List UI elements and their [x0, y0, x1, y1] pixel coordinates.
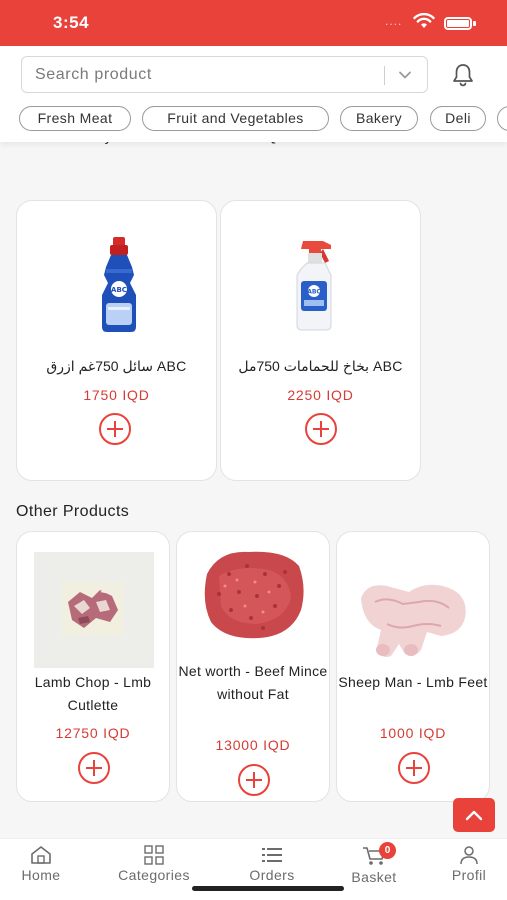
nav-profile[interactable]: Profil	[424, 845, 507, 883]
user-icon	[460, 846, 478, 865]
search-divider	[384, 66, 385, 85]
product-card[interactable]: ABC بخاخ للحمامات 750مل ABC 2250 IQD	[220, 200, 421, 481]
product-name: بخاخ للحمامات 750مل ABC	[238, 358, 403, 374]
list-icon	[262, 848, 282, 862]
dish-soap-bottle-image: ABC	[102, 237, 136, 332]
chip-fruit-and-vegetables[interactable]: Fruit and Vegetables	[142, 106, 329, 131]
add-to-basket-icon[interactable]	[305, 413, 337, 445]
product-card[interactable]: Sheep Man - Lmb Feet 1000 IQD	[336, 531, 490, 802]
grid-icon	[144, 845, 164, 865]
nav-profile-label: Profil	[451, 867, 487, 883]
product-name: Net worth - Beef Mince without Fat	[178, 663, 328, 702]
chip-deli[interactable]: Deli	[430, 106, 486, 131]
add-to-basket-icon[interactable]	[99, 413, 131, 445]
add-to-basket-icon[interactable]	[238, 764, 270, 796]
nav-orders-label: Orders	[249, 867, 295, 883]
minced-beef-image	[204, 551, 304, 639]
product-price: 2250 IQD	[287, 387, 354, 403]
product-price: 13000 IQD	[215, 737, 291, 753]
bell-icon[interactable]	[450, 62, 476, 88]
product-card[interactable]: ABC سائل 750غم ازرق ABC 1750 IQD	[16, 200, 217, 481]
nav-basket[interactable]: 0 Basket	[329, 842, 419, 885]
nav-orders[interactable]: Orders	[227, 845, 317, 883]
add-to-basket-icon[interactable]	[78, 752, 110, 784]
product-name: سائل 750غم ازرق ABC	[46, 358, 187, 374]
search-input[interactable]: Search product	[21, 56, 428, 93]
chevron-up-icon	[465, 810, 483, 821]
product-card[interactable]: Net worth - Beef Mince without Fat 13000…	[176, 531, 330, 802]
battery-icon	[444, 17, 472, 30]
lamb-chop-image	[34, 552, 154, 668]
chip-bakery[interactable]: Bakery	[340, 106, 418, 131]
nav-home[interactable]: Home	[0, 845, 86, 883]
product-price: 12750 IQD	[55, 725, 131, 741]
chip-next[interactable]	[497, 106, 507, 131]
header: Search product	[0, 46, 507, 104]
svg-text:ABC: ABC	[307, 289, 321, 296]
status-bar: 3:54 ....	[0, 0, 507, 46]
nav-home-label: Home	[21, 867, 61, 883]
wifi-icon	[413, 13, 435, 28]
spray-bottle-image: ABC	[296, 241, 332, 331]
battery-tip	[473, 21, 476, 26]
scroll-to-top-button[interactable]	[453, 798, 495, 832]
search-placeholder: Search product	[35, 66, 152, 83]
nav-categories-label: Categories	[118, 867, 190, 883]
status-time: 3:54	[53, 13, 90, 32]
category-chip-bar: Fresh Meat Fruit and Vegetables Bakery D…	[0, 104, 507, 142]
chevron-down-icon[interactable]	[397, 67, 413, 83]
nav-basket-label: Basket	[351, 869, 397, 885]
svg-text:ABC: ABC	[111, 286, 127, 294]
lamb-feet-image	[361, 584, 466, 657]
product-card[interactable]: Lamb Chop - Lmb Cutlette 12750 IQD	[16, 531, 170, 802]
nav-categories[interactable]: Categories	[109, 845, 199, 883]
chip-fresh-meat[interactable]: Fresh Meat	[19, 106, 131, 131]
product-name: Lamb Chop - Lmb Cutlette	[34, 674, 152, 713]
signal-icon: ....	[385, 14, 403, 28]
other-products-title: Other Products	[16, 503, 130, 520]
add-to-basket-icon[interactable]	[398, 752, 430, 784]
product-price: 1000 IQD	[379, 725, 447, 741]
product-price: 1750 IQD	[83, 387, 150, 403]
home-indicator	[192, 886, 344, 891]
basket-count-badge: 0	[379, 842, 396, 859]
home-icon	[31, 846, 51, 864]
product-name: Sheep Man - Lmb Feet	[338, 674, 488, 690]
